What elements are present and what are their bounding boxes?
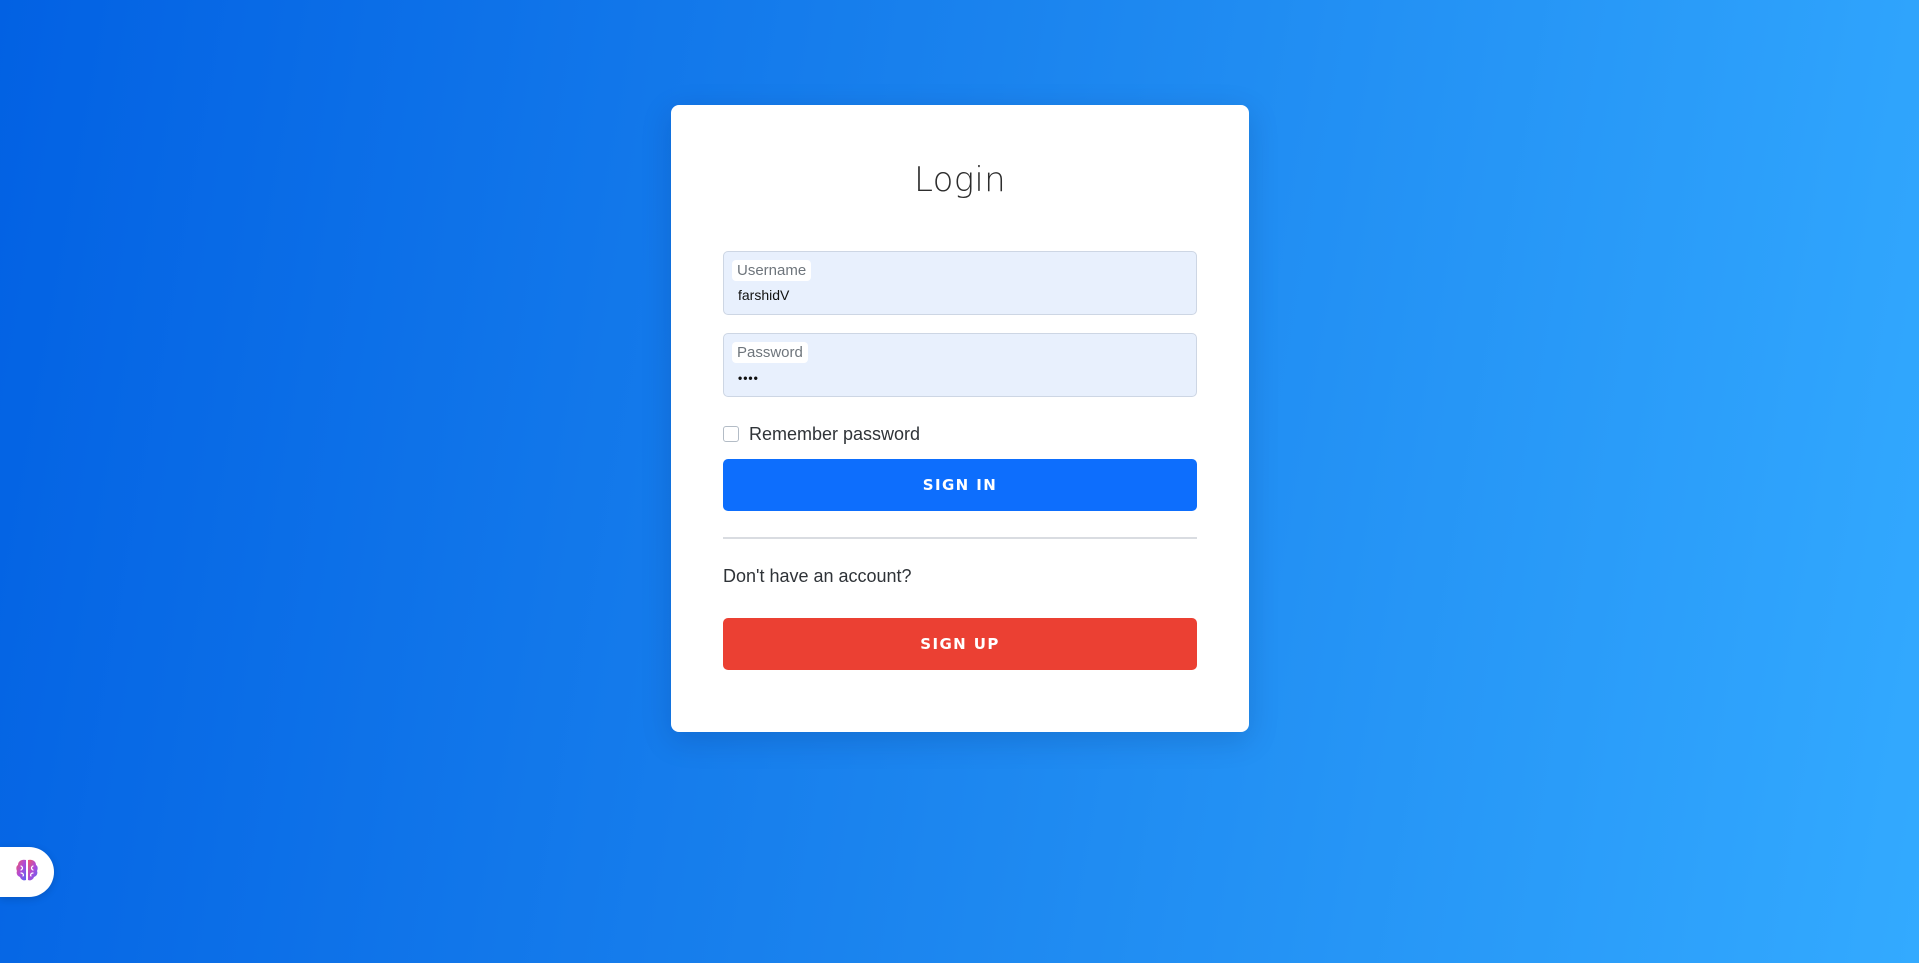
sign-in-button[interactable]: SIGN IN bbox=[723, 459, 1197, 511]
divider bbox=[723, 537, 1197, 539]
login-card: Login Username farshidV Password •••• Re… bbox=[671, 105, 1249, 732]
brain-icon bbox=[13, 856, 41, 889]
remember-password-label[interactable]: Remember password bbox=[749, 424, 920, 445]
remember-password-checkbox[interactable] bbox=[723, 426, 739, 442]
no-account-text: Don't have an account? bbox=[723, 566, 912, 586]
sign-up-button[interactable]: SIGN UP bbox=[723, 618, 1197, 670]
page-title: Login bbox=[913, 160, 1007, 200]
remember-password-row[interactable]: Remember password bbox=[723, 419, 920, 449]
username-field[interactable]: Username farshidV bbox=[723, 251, 1197, 315]
username-label: Username bbox=[732, 260, 812, 281]
password-label: Password bbox=[732, 342, 808, 363]
assistant-widget-button[interactable] bbox=[0, 847, 54, 897]
password-input[interactable]: •••• bbox=[738, 369, 759, 387]
password-field[interactable]: Password •••• bbox=[723, 333, 1197, 397]
username-input[interactable]: farshidV bbox=[738, 286, 789, 304]
